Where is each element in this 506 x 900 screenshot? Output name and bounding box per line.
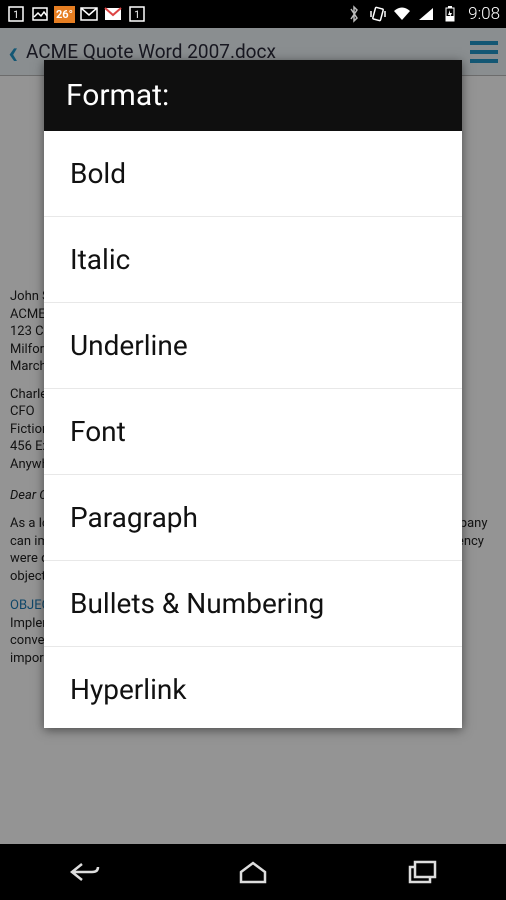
temperature-badge: 26° bbox=[54, 6, 75, 23]
mail-icon bbox=[79, 4, 99, 24]
svg-text:1: 1 bbox=[134, 10, 140, 21]
signal-icon bbox=[416, 4, 436, 24]
gmail-icon bbox=[103, 4, 123, 24]
status-bar: 1 26° 1 9:08 bbox=[0, 0, 506, 28]
format-item-paragraph[interactable]: Paragraph bbox=[44, 475, 462, 561]
status-time: 9:08 bbox=[468, 4, 500, 24]
nav-recent-button[interactable] bbox=[377, 852, 467, 892]
image-icon bbox=[30, 4, 50, 24]
android-nav-bar bbox=[0, 844, 506, 900]
bluetooth-icon bbox=[344, 4, 364, 24]
format-item-underline[interactable]: Underline bbox=[44, 303, 462, 389]
battery-icon bbox=[440, 4, 460, 24]
format-item-italic[interactable]: Italic bbox=[44, 217, 462, 303]
format-item-font[interactable]: Font bbox=[44, 389, 462, 475]
format-item-hyperlink[interactable]: Hyperlink bbox=[44, 647, 462, 728]
vibrate-icon bbox=[368, 4, 388, 24]
notification-icon: 1 bbox=[6, 4, 26, 24]
format-item-bullets[interactable]: Bullets & Numbering bbox=[44, 561, 462, 647]
nav-home-button[interactable] bbox=[208, 852, 298, 892]
format-menu: Format: Bold Italic Underline Font Parag… bbox=[44, 60, 462, 728]
notification-icon-2: 1 bbox=[127, 4, 147, 24]
nav-back-button[interactable] bbox=[39, 852, 129, 892]
svg-text:1: 1 bbox=[13, 10, 19, 21]
status-right: 9:08 bbox=[344, 4, 500, 24]
format-item-bold[interactable]: Bold bbox=[44, 131, 462, 217]
status-left: 1 26° 1 bbox=[6, 4, 147, 24]
wifi-icon bbox=[392, 4, 412, 24]
format-menu-header: Format: bbox=[44, 60, 462, 131]
